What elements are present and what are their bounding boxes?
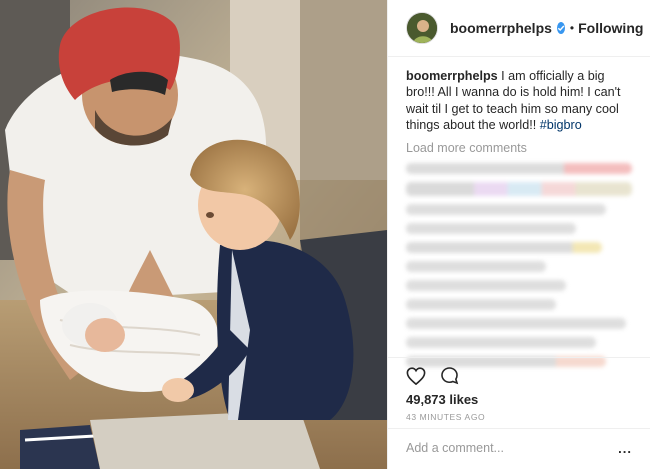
- load-more-comments-link[interactable]: Load more comments: [406, 141, 636, 155]
- post-actions: [406, 366, 459, 385]
- add-comment-input[interactable]: Add a comment...: [406, 441, 504, 455]
- verified-badge-icon: [556, 22, 565, 34]
- blurred-comment: [406, 280, 566, 292]
- blurred-comments: [406, 163, 636, 368]
- separator-dot: •: [569, 21, 575, 35]
- photo-illustration: [0, 0, 387, 469]
- blurred-comment: [406, 223, 576, 235]
- blurred-comment: [406, 163, 632, 175]
- divider: [388, 56, 650, 57]
- caption: boomerrphelps I am officially a big bro!…: [406, 68, 636, 133]
- hashtag-link[interactable]: #bigbro: [540, 118, 582, 132]
- username[interactable]: boomerrphelps: [450, 20, 552, 36]
- likes-count[interactable]: 49,873 likes: [406, 392, 478, 407]
- blurred-comment: [406, 299, 556, 311]
- avatar[interactable]: [406, 12, 438, 44]
- comment-bubble-icon[interactable]: [440, 366, 459, 385]
- blurred-comment: [406, 242, 602, 254]
- caption-username[interactable]: boomerrphelps: [406, 69, 498, 83]
- blurred-comment: [406, 261, 546, 273]
- blurred-comment: [406, 204, 606, 216]
- post-sidebar: boomerrphelps • Following boomerrphelps …: [387, 0, 650, 469]
- blurred-comment: [406, 337, 596, 349]
- post-photo[interactable]: [0, 0, 387, 469]
- divider: [388, 357, 650, 358]
- blurred-comment: [406, 182, 632, 197]
- post-timestamp[interactable]: 43 MINUTES AGO: [406, 412, 485, 422]
- following-button[interactable]: Following: [578, 20, 643, 36]
- blurred-comment: [406, 318, 626, 330]
- avatar-image: [407, 13, 437, 43]
- divider: [388, 428, 650, 429]
- post-header: boomerrphelps • Following: [406, 12, 643, 44]
- comments-section: boomerrphelps I am officially a big bro!…: [406, 68, 636, 375]
- more-options-button[interactable]: ...: [618, 441, 632, 456]
- heart-icon[interactable]: [406, 366, 426, 385]
